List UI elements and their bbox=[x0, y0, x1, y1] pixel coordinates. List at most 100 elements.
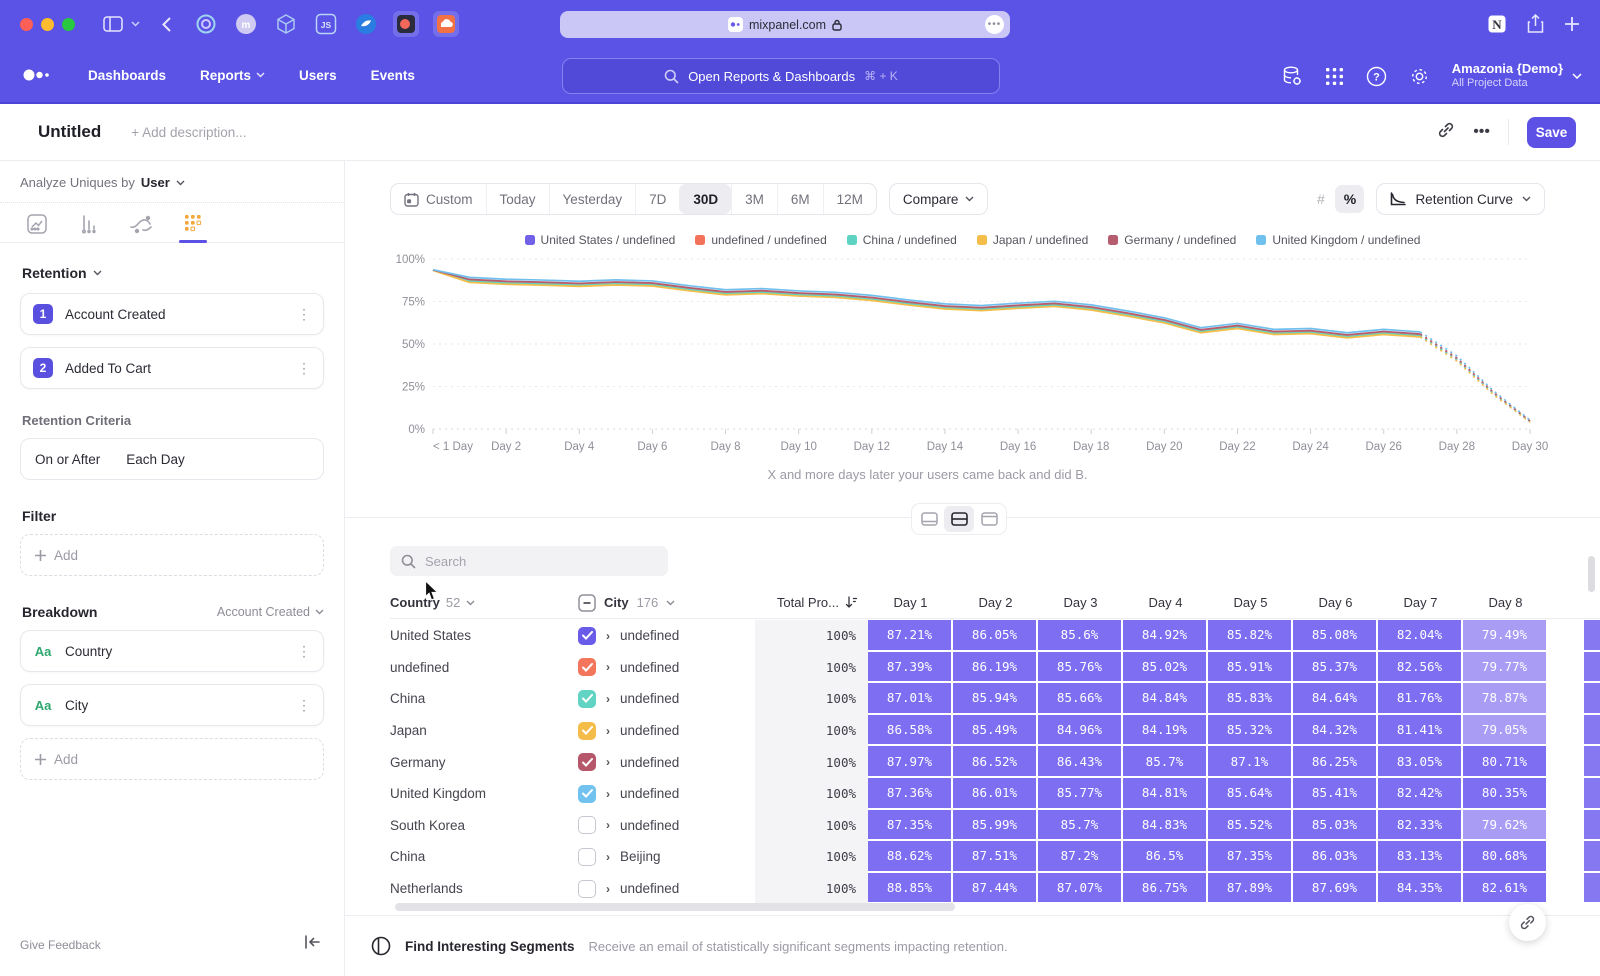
day-8-cell[interactable]: 82.61% bbox=[1463, 873, 1548, 905]
day-4-cell[interactable]: 84.84% bbox=[1123, 683, 1208, 715]
day-header-5[interactable]: Day 5 bbox=[1208, 595, 1293, 610]
chart-type-button[interactable]: Retention Curve bbox=[1376, 183, 1545, 215]
day-5-cell[interactable]: 85.64% bbox=[1208, 778, 1293, 810]
vertical-scrollbar[interactable] bbox=[1588, 556, 1595, 592]
row-checkbox[interactable] bbox=[578, 722, 596, 740]
range-6m[interactable]: 6M bbox=[777, 184, 823, 214]
day-5-cell[interactable]: 85.32% bbox=[1208, 715, 1293, 747]
step-menu-icon[interactable]: ⋮ bbox=[297, 360, 311, 377]
day-3-cell[interactable]: 87.2% bbox=[1038, 841, 1123, 873]
day-header-4[interactable]: Day 4 bbox=[1123, 595, 1208, 610]
save-button[interactable]: Save bbox=[1527, 117, 1576, 148]
collapse-sidebar-icon[interactable] bbox=[304, 935, 320, 954]
tab-funnels[interactable] bbox=[76, 213, 102, 242]
table-row[interactable]: Germany›undefined100%87.97%86.52%86.43%8… bbox=[390, 746, 1600, 778]
range-12m[interactable]: 12M bbox=[823, 184, 876, 214]
legend-item[interactable]: undefined / undefined bbox=[695, 233, 826, 247]
step-menu-icon[interactable]: ⋮ bbox=[297, 306, 311, 323]
day-6-cell[interactable]: 87.69% bbox=[1293, 873, 1378, 905]
expand-row-icon[interactable]: › bbox=[606, 787, 610, 801]
day-5-cell[interactable]: 85.52% bbox=[1208, 810, 1293, 842]
day-8-cell[interactable]: 80.35% bbox=[1463, 778, 1548, 810]
table-only-view-icon[interactable] bbox=[974, 506, 1004, 532]
soundcloud-favicon[interactable] bbox=[433, 11, 459, 37]
expand-row-icon[interactable]: › bbox=[606, 660, 610, 674]
day-4-cell[interactable]: 86.5% bbox=[1123, 841, 1208, 873]
share-link-floating-button[interactable] bbox=[1509, 904, 1546, 941]
day-6-cell[interactable]: 86.25% bbox=[1293, 746, 1378, 778]
day-header-7[interactable]: Day 7 bbox=[1378, 595, 1463, 610]
row-checkbox[interactable] bbox=[578, 658, 596, 676]
day-5-cell[interactable]: 87.35% bbox=[1208, 841, 1293, 873]
day-8-cell[interactable]: 79.62% bbox=[1463, 810, 1548, 842]
day-5-cell[interactable]: 85.82% bbox=[1208, 620, 1293, 652]
expand-row-icon[interactable]: › bbox=[606, 755, 610, 769]
criteria-card[interactable]: On or After Each Day bbox=[20, 438, 324, 480]
global-search-button[interactable]: Open Reports & Dashboards ⌘ + K bbox=[562, 58, 1000, 94]
table-row[interactable]: Japan›undefined100%86.58%85.49%84.96%84.… bbox=[390, 715, 1600, 747]
day-3-cell[interactable]: 85.66% bbox=[1038, 683, 1123, 715]
indeterminate-checkbox[interactable] bbox=[578, 594, 596, 612]
retention-section-header[interactable]: Retention bbox=[22, 265, 324, 281]
range-3m[interactable]: 3M bbox=[731, 184, 777, 214]
row-checkbox[interactable] bbox=[578, 816, 596, 834]
tab-insights[interactable] bbox=[24, 213, 50, 242]
day-3-cell[interactable]: 85.7% bbox=[1038, 810, 1123, 842]
add-breakdown-button[interactable]: Add bbox=[20, 738, 324, 780]
mixpanel-logo-icon[interactable] bbox=[22, 68, 52, 82]
day-3-cell[interactable]: 85.6% bbox=[1038, 620, 1123, 652]
chart-only-view-icon[interactable] bbox=[914, 506, 944, 532]
nav-item-dashboards[interactable]: Dashboards bbox=[88, 68, 166, 83]
day-1-cell[interactable]: 87.21% bbox=[868, 620, 953, 652]
analyze-value-select[interactable]: User bbox=[141, 175, 170, 190]
day-7-cell[interactable]: 82.42% bbox=[1378, 778, 1463, 810]
target-favicon[interactable] bbox=[193, 11, 219, 37]
split-view-icon[interactable] bbox=[944, 506, 974, 532]
day-header-8[interactable]: Day 8 bbox=[1463, 595, 1548, 610]
day-6-cell[interactable]: 85.08% bbox=[1293, 620, 1378, 652]
day-7-cell[interactable]: 81.76% bbox=[1378, 683, 1463, 715]
city-column-header[interactable]: City 176 bbox=[578, 594, 755, 612]
criteria-interval-select[interactable]: Each Day bbox=[126, 452, 185, 467]
new-tab-icon[interactable] bbox=[1564, 16, 1580, 32]
close-window-button[interactable] bbox=[20, 18, 33, 31]
table-row[interactable]: United States›undefined100%87.21%86.05%8… bbox=[390, 620, 1600, 652]
day-5-cell[interactable]: 87.89% bbox=[1208, 873, 1293, 905]
table-row[interactable]: South Korea›undefined100%87.35%85.99%85.… bbox=[390, 810, 1600, 842]
day-header-1[interactable]: Day 1 bbox=[868, 595, 953, 610]
day-8-cell[interactable]: 79.05% bbox=[1463, 715, 1548, 747]
day-8-cell[interactable]: 80.68% bbox=[1463, 841, 1548, 873]
day-1-cell[interactable]: 88.62% bbox=[868, 841, 953, 873]
project-switcher[interactable]: Amazonia {Demo} All Project Data bbox=[1452, 61, 1582, 91]
breakdown-item-country[interactable]: AaCountry⋮ bbox=[20, 630, 324, 672]
window-controls[interactable] bbox=[20, 18, 75, 31]
expand-row-icon[interactable]: › bbox=[606, 850, 610, 864]
day-8-cell[interactable]: 79.49% bbox=[1463, 620, 1548, 652]
nav-item-reports[interactable]: Reports bbox=[200, 68, 265, 83]
day-1-cell[interactable]: 87.36% bbox=[868, 778, 953, 810]
criteria-operator-select[interactable]: On or After bbox=[35, 452, 100, 467]
range-custom[interactable]: Custom bbox=[391, 184, 486, 214]
day-5-cell[interactable]: 85.91% bbox=[1208, 652, 1293, 684]
day-2-cell[interactable]: 85.99% bbox=[953, 810, 1038, 842]
day-2-cell[interactable]: 87.51% bbox=[953, 841, 1038, 873]
country-column-header[interactable]: Country 52 bbox=[390, 595, 578, 610]
day-7-cell[interactable]: 83.05% bbox=[1378, 746, 1463, 778]
copy-link-icon[interactable] bbox=[1437, 121, 1455, 144]
table-row[interactable]: Netherlands›undefined100%88.85%87.44%87.… bbox=[390, 873, 1600, 905]
day-1-cell[interactable]: 87.39% bbox=[868, 652, 953, 684]
row-checkbox[interactable] bbox=[578, 785, 596, 803]
day-1-cell[interactable]: 87.35% bbox=[868, 810, 953, 842]
day-6-cell[interactable]: 85.41% bbox=[1293, 778, 1378, 810]
legend-item[interactable]: Japan / undefined bbox=[977, 233, 1088, 247]
address-more-button[interactable]: ••• bbox=[985, 15, 1004, 34]
nav-item-users[interactable]: Users bbox=[299, 68, 337, 83]
apps-grid-icon[interactable] bbox=[1325, 67, 1344, 86]
settings-gear-icon[interactable] bbox=[1409, 66, 1430, 87]
day-4-cell[interactable]: 84.92% bbox=[1123, 620, 1208, 652]
day-2-cell[interactable]: 86.19% bbox=[953, 652, 1038, 684]
day-6-cell[interactable]: 84.64% bbox=[1293, 683, 1378, 715]
day-2-cell[interactable]: 87.44% bbox=[953, 873, 1038, 905]
day-6-cell[interactable]: 84.32% bbox=[1293, 715, 1378, 747]
day-3-cell[interactable]: 85.76% bbox=[1038, 652, 1123, 684]
